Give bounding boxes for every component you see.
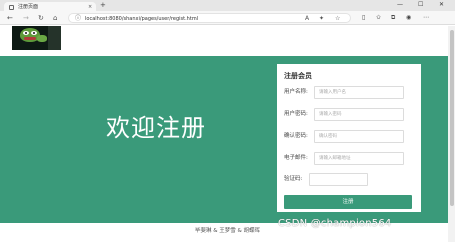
page-icon [9, 4, 14, 10]
tab-bar: 注册页面 × + — ☐ ✕ [0, 0, 455, 12]
username-label: 用户名称: [284, 89, 308, 95]
info-icon[interactable]: ⓘ [75, 15, 81, 23]
footer-credits: 毕斐琳 & 王梦雪 & 胡蝶晖 [194, 228, 261, 234]
url-text: localhost:8080/shanxi/pages/user/regist.… [85, 16, 199, 22]
confirm-password-row: 确认密码: 确认密码 [284, 130, 419, 143]
minimize-icon[interactable]: — [397, 0, 403, 10]
scroll-thumb[interactable] [449, 30, 454, 206]
password-row: 用户密码: 请输入密码 [284, 108, 419, 121]
close-window-icon[interactable]: ✕ [439, 0, 444, 10]
captcha-row: 验证码: [284, 173, 419, 186]
form-title: 注册会员 [284, 72, 312, 80]
page-scrollbar[interactable] [448, 26, 455, 242]
welcome-title: 欢迎注册 [106, 114, 206, 142]
home-icon[interactable]: ⌂ [53, 11, 57, 25]
new-tab-icon[interactable]: + [100, 1, 106, 9]
reload-icon[interactable]: ↻ [38, 11, 44, 25]
read-aloud-icon[interactable]: A [305, 14, 309, 24]
register-form: 注册会员 用户名称: 请输入用户名 用户密码: 请输入密码 确认密码: 确认密码… [277, 64, 421, 212]
logo [12, 26, 61, 50]
confirm-password-input[interactable]: 确认密码 [314, 130, 404, 143]
email-input[interactable]: 请输入邮箱地址 [314, 152, 404, 165]
back-icon[interactable]: ← [7, 11, 13, 25]
favorites-icon[interactable]: ✩ [376, 11, 381, 25]
favorite-icon[interactable]: ☆ [335, 14, 340, 24]
hero-banner: 欢迎注册 注册会员 用户名称: 请输入用户名 用户密码: 请输入密码 确认密码:… [0, 56, 455, 223]
forward-icon[interactable]: → [23, 11, 29, 25]
tab-title: 注册页面 [18, 4, 39, 10]
navigation-bar: ← → ↻ ⌂ ⓘ localhost:8080/shanxi/pages/us… [0, 11, 455, 25]
menu-icon[interactable]: ⋯ [423, 11, 429, 25]
address-bar[interactable]: ⓘ localhost:8080/shanxi/pages/user/regis… [68, 13, 351, 23]
collections-icon[interactable]: ⧉ [391, 11, 395, 25]
password-label: 用户密码: [284, 111, 308, 117]
username-input[interactable]: 请输入用户名 [314, 86, 404, 99]
extension-icon[interactable]: ✦ [319, 14, 324, 24]
split-screen-icon[interactable]: ▯ [362, 11, 365, 25]
captcha-input[interactable] [309, 173, 368, 186]
confirm-password-label: 确认密码: [284, 133, 308, 139]
register-button[interactable]: 注册 [284, 195, 412, 209]
username-row: 用户名称: 请输入用户名 [284, 86, 419, 99]
email-label: 电子邮件: [284, 155, 308, 161]
page-content: 欢迎注册 注册会员 用户名称: 请输入用户名 用户密码: 请输入密码 确认密码:… [0, 26, 455, 242]
captcha-label: 验证码: [284, 176, 303, 182]
password-input[interactable]: 请输入密码 [314, 108, 404, 121]
profile-icon[interactable]: ◉ [406, 11, 411, 25]
maximize-icon[interactable]: ☐ [418, 0, 423, 10]
email-row: 电子邮件: 请输入邮箱地址 [284, 152, 419, 165]
